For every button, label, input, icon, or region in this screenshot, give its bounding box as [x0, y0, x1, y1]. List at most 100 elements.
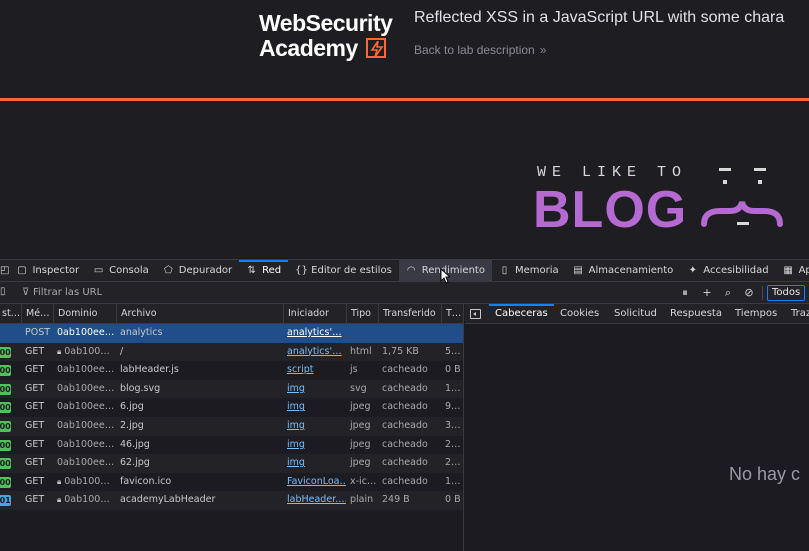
cell-initiator[interactable]: img — [283, 436, 346, 455]
cell-initiator[interactable]: script — [283, 361, 346, 380]
cell-text: labHeader.… — [287, 494, 346, 506]
cell-transferred: cacheado — [378, 436, 441, 455]
websecurity-academy-logo[interactable]: WebSecurity Academy — [259, 11, 393, 61]
cell-initiator[interactable]: labHeader.… — [283, 491, 346, 510]
request-row[interactable]: 101 GET 🔒︎0ab100… academyLabHeader labHeader… — [0, 491, 463, 510]
request-row[interactable]: 200 GET 0ab100ee… 46.jpg img jpeg cacheado 2… — [0, 436, 463, 455]
browser-window: WebSecurity Academy Reflected XSS in a J… — [0, 0, 809, 551]
cell-initiator[interactable]: FaviconLoa… — [283, 473, 346, 492]
cell-text: 0 B — [445, 364, 461, 376]
back-to-lab-link[interactable]: Back to lab description » — [414, 43, 546, 57]
cell-text: cacheado — [382, 457, 428, 469]
tab-headers[interactable]: Cabeceras — [489, 304, 554, 324]
cell-initiator[interactable]: img — [283, 454, 346, 473]
cell-text: x-ic… — [350, 475, 377, 487]
lab-title: Reflected XSS in a JavaScript URL with s… — [414, 9, 785, 26]
cell-text: 2… — [445, 457, 461, 469]
cell-text: favicon.ico — [120, 475, 172, 487]
search-icon[interactable]: ⌕ — [720, 285, 736, 301]
request-row[interactable]: 200 GET 0ab100ee… labHeader.js script js cache… — [0, 361, 463, 380]
cell-text: 3… — [445, 419, 461, 431]
cell-text: 249 B — [382, 494, 410, 506]
cell-text: img — [287, 401, 305, 413]
tab-stack-trace[interactable]: Traz — [791, 304, 809, 324]
cell-file: / — [116, 343, 283, 362]
status-badge: 200 — [0, 383, 11, 395]
request-rows: POST 0ab100ee… analytics analytics'… 200 GET 🔒… — [0, 324, 463, 510]
tab-network[interactable]: ⇅ Red — [239, 260, 289, 281]
cell-text: / — [120, 345, 124, 357]
cell-method: POST — [21, 324, 53, 343]
pause-icon[interactable]: ⏸ — [677, 285, 693, 301]
column-status[interactable]: st… — [0, 304, 21, 324]
tab-debugger[interactable]: ⬠ Depurador — [156, 260, 239, 281]
cell-text: GET — [25, 345, 45, 357]
blog-face-icon — [701, 168, 783, 227]
tab-request[interactable]: Solicitud — [614, 304, 657, 324]
column-time[interactable]: T… — [441, 304, 463, 324]
request-row[interactable]: 200 GET 0ab100ee… 2.jpg img jpeg cacheado 3… — [0, 416, 463, 436]
block-icon[interactable]: ⊘ — [741, 285, 757, 301]
cell-transferred: cacheado — [378, 361, 441, 380]
mouse-cursor-icon — [440, 268, 450, 284]
request-row[interactable]: 200 GET 0ab100ee… 6.jpg img jpeg cacheado 9… — [0, 398, 463, 417]
column-domain[interactable]: Dominio — [53, 304, 116, 324]
tab-inspector[interactable]: ▢ Inspector — [9, 260, 86, 281]
filter-urls-input[interactable]: Filtrar las URL — [33, 287, 102, 298]
tab-label: Depurador — [178, 265, 233, 276]
clear-requests-icon[interactable]: ▯ — [0, 286, 8, 298]
filter-all-button[interactable]: Todos — [767, 285, 806, 301]
tab-application[interactable]: ▦ Aplicación — [776, 260, 809, 281]
lab-page: WebSecurity Academy Reflected XSS in a J… — [0, 0, 809, 259]
tab-console[interactable]: ▭ Consola — [86, 260, 156, 281]
status-badge: 101 — [0, 495, 11, 507]
tab-label: Inspector — [32, 265, 80, 276]
tab-storage[interactable]: ▤ Almacenamiento — [566, 260, 681, 281]
column-method[interactable]: Mé… — [21, 304, 53, 324]
logo-line2: Academy — [259, 35, 358, 61]
tab-style-editor[interactable]: {} Editor de estilos — [288, 260, 399, 281]
cell-text: 0ab100ee… — [57, 457, 115, 469]
toggle-panel-icon[interactable] — [470, 309, 481, 319]
cell-text: 62.jpg — [120, 457, 150, 469]
add-icon[interactable]: + — [699, 285, 715, 301]
column-transferred[interactable]: Transferido — [378, 304, 441, 324]
tab-cookies[interactable]: Cookies — [560, 304, 599, 324]
cell-transferred — [378, 324, 441, 343]
debugger-icon: ⬠ — [163, 265, 173, 276]
cell-domain: 🔒︎ 0ab100… — [53, 473, 116, 492]
cell-method: GET — [21, 473, 53, 492]
cell-text: jpeg — [350, 419, 371, 431]
empty-details-message: No hay c — [729, 464, 801, 484]
column-type[interactable]: Tipo — [346, 304, 378, 324]
cell-text: 0ab100… — [64, 475, 110, 487]
tab-timings[interactable]: Tiempos — [735, 304, 777, 324]
cell-method: GET — [21, 361, 53, 380]
cell-type: jpeg — [346, 417, 378, 436]
cell-text: 2.jpg — [120, 419, 144, 431]
lock-icon: 🔒︎ — [57, 476, 62, 486]
column-initiator[interactable]: Iniciador — [283, 304, 346, 324]
tab-memory[interactable]: ▯ Memoria — [492, 260, 566, 281]
request-row[interactable]: POST 0ab100ee… analytics analytics'… — [0, 324, 463, 343]
request-row[interactable]: 200 GET 🔒︎0ab100… / analytics'… html 1,75 KB 5… — [0, 342, 463, 362]
cell-text: jpeg — [350, 438, 371, 450]
cell-initiator[interactable]: img — [283, 417, 346, 436]
console-icon: ▭ — [93, 265, 104, 276]
cell-text: 0 B — [445, 494, 461, 506]
column-file[interactable]: Archivo — [116, 304, 283, 324]
cell-initiator[interactable]: analytics'… — [283, 343, 346, 362]
request-row[interactable]: 200 GET 0ab100ee… blog.svg img svg cacheado 1… — [0, 379, 463, 399]
tab-accessibility[interactable]: ✦ Accesibilidad — [680, 260, 775, 281]
tab-label: Consola — [109, 265, 149, 276]
cell-text: analytics'… — [287, 345, 342, 357]
cell-initiator[interactable]: img — [283, 398, 346, 417]
cell-initiator[interactable]: analytics'… — [283, 324, 346, 343]
cell-initiator[interactable]: img — [283, 380, 346, 399]
cell-text: POST — [25, 327, 51, 338]
tab-response[interactable]: Respuesta — [670, 304, 722, 324]
request-row[interactable]: 200 GET 0ab100ee… 62.jpg img jpeg cacheado 2… — [0, 454, 463, 473]
element-picker-icon[interactable]: ◰ — [0, 260, 9, 281]
request-row[interactable]: 200 GET 🔒︎0ab100… favicon.ico FaviconLoa… x-i… — [0, 473, 463, 492]
network-filter-bar: ▯ ⊽ Filtrar las URL ⏸ + ⌕ ⊘ Todos — [0, 282, 809, 304]
